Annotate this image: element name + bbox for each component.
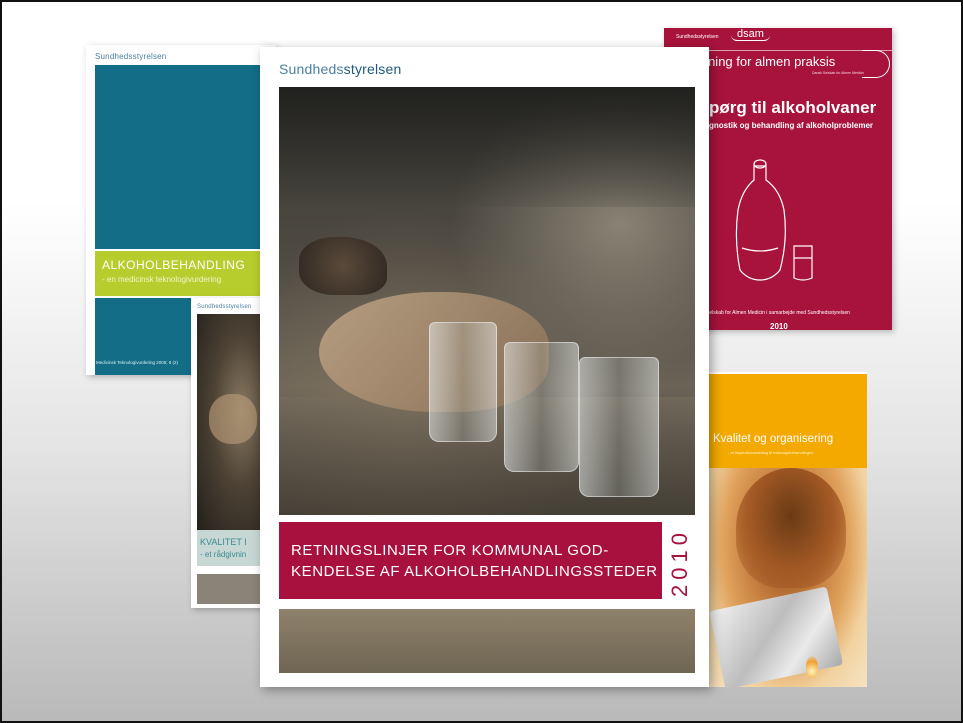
cover-footer: Medicinsk Teknologivurdering 2006; 8 (2) bbox=[96, 360, 178, 365]
sundhedsstyrelsen-logo: Sundhedsstyrelsen bbox=[279, 61, 401, 77]
cover-title-line-1: RETNINGSLINJER FOR KOMMUNAL GOD- bbox=[291, 542, 609, 559]
flame-shape bbox=[806, 656, 818, 678]
cover-kvalitet-i: Sundhedsstyrelsen KVALITET I - et rådgiv… bbox=[191, 298, 271, 608]
cover-subtitle: - et inspirationskatalog til misbrugsbeh… bbox=[728, 450, 814, 455]
cover-title: ALKOHOLBEHANDLING bbox=[102, 258, 246, 272]
logo-text: Sundhedsstyrelsen bbox=[197, 304, 252, 310]
cover-title: KVALITET I bbox=[200, 537, 247, 547]
cover-subtitle: - et rådgivnin bbox=[200, 550, 247, 559]
cover-photo bbox=[279, 87, 695, 515]
cover-title: Kvalitet og organisering bbox=[713, 433, 834, 445]
logo-prefix: Sundheds bbox=[279, 61, 344, 77]
cover-title-line-2: KENDELSE AF ALKOHOLBEHANDLINGSSTEDER bbox=[291, 563, 658, 580]
sundhedsstyrelsen-logo: Sundhedsstyrelsen bbox=[676, 34, 719, 40]
cover-year: 2010 bbox=[770, 322, 788, 330]
cover-retningslinjer: Sundhedsstyrelsen RETNINGSLINJER FOR KOM… bbox=[260, 47, 709, 687]
title-band: ALKOHOLBEHANDLING - en medicinsk teknolo… bbox=[95, 251, 276, 296]
sundhedsstyrelsen-logo: Sundhedsstyrelsen bbox=[95, 52, 166, 61]
dsam-logo: dsam bbox=[731, 28, 770, 41]
logo-text: Sundhedsstyrelsen bbox=[95, 52, 167, 61]
shot-glass bbox=[429, 322, 497, 442]
credit-line: Selskab for Almen Medicin i samarbejde m… bbox=[706, 310, 850, 316]
decanter-illustration bbox=[735, 159, 813, 281]
title-band: RETNINGSLINJER FOR KOMMUNAL GOD- KENDELS… bbox=[279, 522, 662, 599]
cover-subtitle: - en medicinsk teknologivurdering bbox=[102, 275, 222, 284]
logo-suffix: styrelsen bbox=[343, 61, 402, 77]
hair-shape bbox=[736, 468, 846, 588]
cover-photo bbox=[706, 468, 867, 687]
shot-glass bbox=[579, 357, 659, 497]
blue-panel-top bbox=[95, 65, 276, 249]
pill-outline bbox=[862, 50, 890, 78]
shot-glass bbox=[504, 342, 579, 472]
orange-panel: Kvalitet og organisering - et inspiratio… bbox=[706, 374, 867, 468]
cover-title: pørg til alkoholvaner bbox=[709, 98, 877, 117]
hand-shape bbox=[209, 394, 257, 444]
bread-shape bbox=[299, 237, 387, 295]
background-shadow bbox=[279, 87, 695, 207]
bottom-photo bbox=[279, 609, 695, 673]
sundhedsstyrelsen-logo: Sundhedsstyrelsen bbox=[197, 304, 251, 310]
publisher-note: Dansk Selskab for Almen Medicin bbox=[812, 71, 865, 75]
cover-year: 2010 bbox=[667, 528, 692, 598]
foil-shape bbox=[708, 586, 844, 687]
cover-subtitle: gnostik og behandling af alkoholprobleme… bbox=[709, 121, 874, 130]
